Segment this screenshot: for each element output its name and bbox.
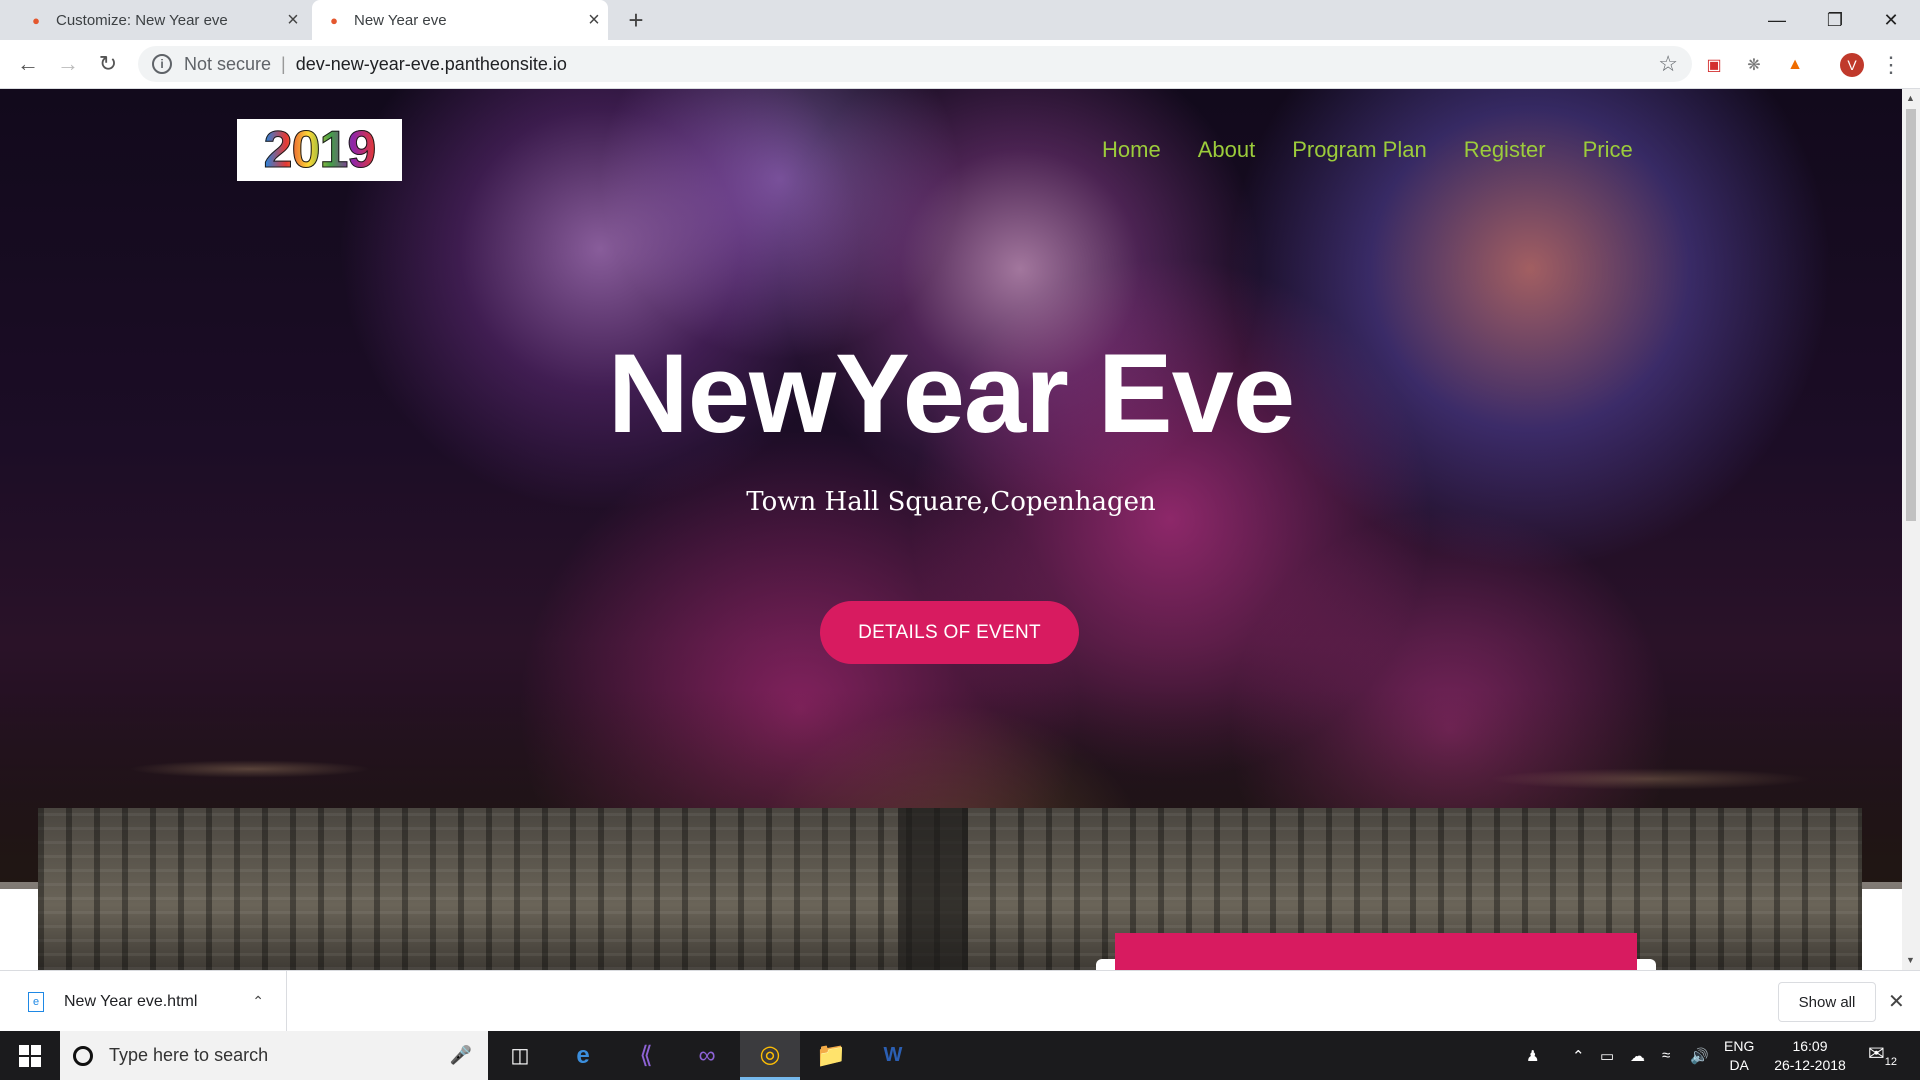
input-language[interactable]: ENG DA xyxy=(1724,1037,1754,1075)
close-tab-icon[interactable]: × xyxy=(580,9,608,32)
site-favicon-icon: ● xyxy=(32,12,40,28)
forward-arrow-icon[interactable]: → xyxy=(54,50,82,78)
info-icon[interactable]: i xyxy=(152,54,172,74)
download-item[interactable]: e New Year eve.html ⌃ xyxy=(0,971,287,1032)
close-tab-icon[interactable]: × xyxy=(279,9,307,32)
taskbar-search[interactable]: Type here to search 🎤 xyxy=(60,1031,488,1080)
city-building-shape xyxy=(898,808,968,970)
start-button[interactable] xyxy=(0,1031,60,1080)
browser-toolbar: ← → ↻ i Not secure | dev-new-year-eve.pa… xyxy=(0,40,1920,89)
pink-card-header xyxy=(1115,933,1637,970)
tab-title: New Year eve xyxy=(354,11,447,29)
show-all-button[interactable]: Show all xyxy=(1778,982,1876,1022)
task-view-icon[interactable]: ◫ xyxy=(490,1031,550,1080)
search-placeholder: Type here to search xyxy=(109,1045,269,1065)
site-logo[interactable]: 2019 xyxy=(237,119,402,181)
hero-subtitle: Town Hall Square,Copenhagen xyxy=(746,487,1156,517)
back-arrow-icon[interactable]: ← xyxy=(14,50,42,78)
url-text[interactable]: dev-new-year-eve.pantheonsite.io xyxy=(296,54,567,75)
keyboard-layout: DA xyxy=(1729,1057,1749,1073)
download-bar: e New Year eve.html ⌃ Show all ✕ xyxy=(0,970,1920,1032)
nav-home[interactable]: Home xyxy=(1102,137,1161,163)
scrollbar-thumb[interactable] xyxy=(1906,109,1916,521)
profile-avatar[interactable]: V xyxy=(1840,53,1864,77)
scroll-down-arrow-icon[interactable]: ▼ xyxy=(1906,955,1915,965)
onedrive-icon[interactable]: ☁ xyxy=(1630,1031,1645,1080)
new-tab-button[interactable]: + xyxy=(622,6,650,34)
bookmark-star-icon[interactable]: ☆ xyxy=(1658,51,1678,77)
close-download-bar-icon[interactable]: ✕ xyxy=(1888,989,1905,1014)
taskbar: Type here to search 🎤 ◫ e ⟪ ∞ ◎ 📁 W ♟ ⌃ … xyxy=(0,1031,1920,1080)
details-of-event-button[interactable]: DETAILS OF EVENT xyxy=(820,601,1079,664)
restore-button[interactable]: ❐ xyxy=(1806,0,1864,40)
system-clock[interactable]: 16:09 26-12-2018 xyxy=(1764,1037,1856,1075)
file-explorer-icon[interactable]: 📁 xyxy=(801,1031,861,1080)
nav-program-plan[interactable]: Program Plan xyxy=(1292,137,1427,163)
tab-title: Customize: New Year eve xyxy=(56,11,228,29)
nav-about[interactable]: About xyxy=(1198,137,1256,163)
language-code: ENG xyxy=(1724,1038,1755,1054)
chevron-up-icon[interactable]: ⌃ xyxy=(252,993,264,1010)
edge-icon[interactable]: e xyxy=(553,1031,613,1080)
page-viewport: 2019 Home About Program Plan Register Pr… xyxy=(0,89,1902,970)
page-scrollbar[interactable]: ▲ ▼ xyxy=(1902,89,1920,970)
tab-new-year-eve[interactable]: ● New Year eve × xyxy=(312,0,608,40)
clock-date: 26-12-2018 xyxy=(1774,1057,1846,1073)
extension-icon[interactable]: ▲ xyxy=(1784,54,1806,76)
reload-icon[interactable]: ↻ xyxy=(94,50,122,78)
clock-time: 16:09 xyxy=(1792,1038,1828,1054)
volume-icon[interactable]: 🔊 xyxy=(1690,1031,1709,1080)
nav-price[interactable]: Price xyxy=(1583,137,1633,163)
visual-studio-code-icon[interactable]: ⟪ xyxy=(616,1031,676,1080)
menu-kebab-icon[interactable]: ⋮ xyxy=(1880,52,1902,78)
site-favicon-icon: ● xyxy=(330,12,338,28)
tab-customize[interactable]: ● Customize: New Year eve × xyxy=(14,0,307,40)
windows-logo-icon xyxy=(19,1044,41,1067)
visual-studio-icon[interactable]: ∞ xyxy=(677,1031,737,1080)
action-center-icon[interactable]: ✉12 xyxy=(1868,1041,1897,1068)
pocket-extension-icon[interactable]: ▣ xyxy=(1703,54,1725,76)
security-label: Not secure xyxy=(184,53,272,74)
notification-count: 12 xyxy=(1884,1056,1898,1068)
separator: | xyxy=(281,53,286,74)
cortana-icon xyxy=(73,1045,93,1066)
html-file-icon: e xyxy=(28,991,44,1012)
address-bar[interactable]: i Not secure | dev-new-year-eve.pantheon… xyxy=(138,46,1692,82)
battery-icon[interactable]: ▭ xyxy=(1600,1031,1614,1080)
main-nav: Home About Program Plan Register Price xyxy=(1102,137,1633,163)
chrome-icon[interactable]: ◎ xyxy=(740,1031,800,1080)
download-file-name: New Year eve.html xyxy=(64,992,198,1010)
logo-text: 2019 xyxy=(263,121,377,180)
bug-extension-icon[interactable]: ❋ xyxy=(1743,54,1765,76)
hero-title: NewYear Eve xyxy=(607,331,1295,456)
close-window-button[interactable]: ✕ xyxy=(1862,0,1920,40)
scroll-up-arrow-icon[interactable]: ▲ xyxy=(1906,93,1915,103)
minimize-button[interactable]: — xyxy=(1748,0,1806,40)
tab-strip: ● Customize: New Year eve × ● New Year e… xyxy=(0,0,1920,40)
show-hidden-icons-chevron[interactable]: ⌃ xyxy=(1572,1031,1585,1080)
microphone-icon[interactable]: 🎤 xyxy=(450,1045,472,1066)
word-icon[interactable]: W xyxy=(863,1031,923,1080)
wifi-icon[interactable]: ≈ xyxy=(1662,1031,1670,1080)
hero-section: 2019 Home About Program Plan Register Pr… xyxy=(0,89,1902,889)
people-icon[interactable]: ♟ xyxy=(1526,1031,1539,1080)
nav-register[interactable]: Register xyxy=(1464,137,1546,163)
